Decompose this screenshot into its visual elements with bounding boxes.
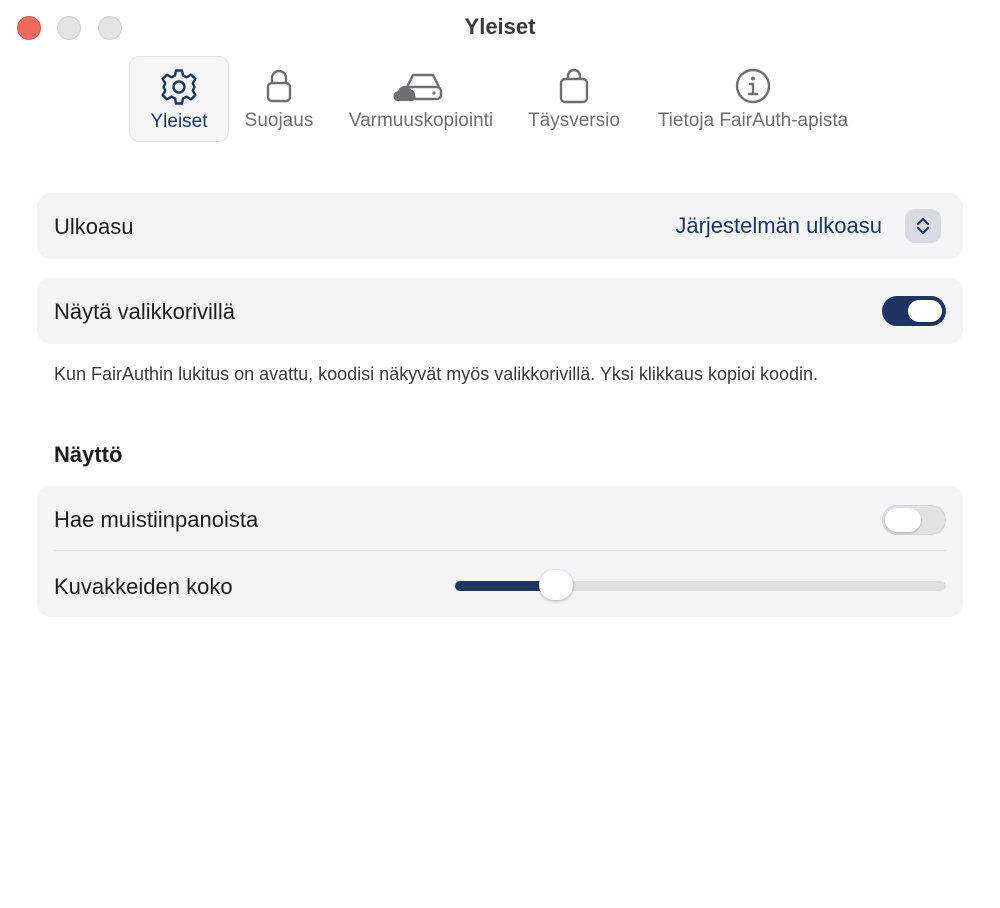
up-down-chevron-icon <box>916 217 930 235</box>
icon-size-label: Kuvakkeiden koko <box>54 574 233 599</box>
tab-about-label: Tietoja FairAuth-apista <box>657 110 849 131</box>
tab-security-label: Suojaus <box>244 110 314 131</box>
menubar-help-text: Kun FairAuthin lukitus on avattu, koodis… <box>54 364 819 384</box>
toggle-knob <box>908 300 942 322</box>
display-section-title: Näyttö <box>54 442 123 467</box>
appearance-popup-button[interactable] <box>905 209 941 243</box>
window-title: Yleiset <box>464 14 536 39</box>
preferences-toolbar: Yleiset Suojaus Varmuuskopiointi Täysver… <box>0 56 1000 146</box>
tab-full-version[interactable]: Täysversio <box>522 56 626 142</box>
slider-fill <box>455 581 549 591</box>
appearance-label: Ulkoasu <box>54 214 134 239</box>
menubar-label: Näytä valikkorivillä <box>54 299 235 324</box>
lock-icon <box>266 69 292 103</box>
appearance-value[interactable]: Järjestelmän ulkoasu <box>675 213 882 239</box>
menubar-toggle[interactable] <box>882 296 946 326</box>
tab-security[interactable]: Suojaus <box>238 56 320 142</box>
gear-icon <box>161 69 197 105</box>
shopping-bag-icon <box>559 68 589 104</box>
title-bar: Yleiset <box>0 0 1000 56</box>
search-notes-label: Hae muistiinpanoista <box>54 507 259 532</box>
slider-thumb[interactable] <box>539 570 574 600</box>
cloud-drive-icon <box>393 73 443 101</box>
tab-backup-label: Varmuuskopiointi <box>348 110 494 131</box>
display-card: Hae muistiinpanoista Kuvakkeiden koko <box>37 486 963 617</box>
tab-about[interactable]: Tietoja FairAuth-apista <box>645 56 861 142</box>
row-divider <box>54 550 946 551</box>
toggle-knob <box>885 508 921 532</box>
search-notes-toggle[interactable] <box>882 505 946 535</box>
icon-size-slider[interactable] <box>455 570 946 600</box>
tab-general[interactable]: Yleiset <box>129 56 229 142</box>
tab-full-version-label: Täysversio <box>528 110 620 131</box>
appearance-card: Ulkoasu Järjestelmän ulkoasu <box>37 193 963 259</box>
menubar-card: Näytä valikkorivillä <box>37 278 963 344</box>
tab-backup[interactable]: Varmuuskopiointi <box>337 56 505 142</box>
info-icon <box>735 68 771 104</box>
tab-general-label: Yleiset <box>150 111 208 132</box>
